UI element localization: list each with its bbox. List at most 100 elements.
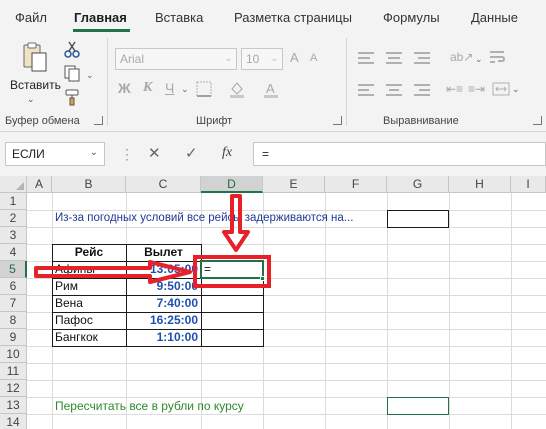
chevron-down-icon: ⌄: [224, 53, 232, 63]
cell-g2-bordered[interactable]: [387, 210, 449, 228]
column-header-d[interactable]: D: [201, 176, 263, 193]
alignment-group-label: Выравнивание: [383, 115, 459, 127]
row-header-13[interactable]: 13: [0, 397, 27, 414]
formula-input-value: =: [262, 147, 270, 161]
cell-c7-time[interactable]: 7:40:00: [126, 295, 201, 312]
copy-chevron-icon[interactable]: ⌄: [86, 70, 94, 81]
row-header-9[interactable]: 9: [0, 329, 27, 346]
cell-c8-time[interactable]: 16:25:00: [126, 312, 201, 329]
formula-bar: ЕСЛИ ⌄ ⋮ ✕ ✓ fx =: [0, 132, 546, 176]
group-divider: [107, 38, 108, 126]
column-header-e[interactable]: E: [263, 176, 325, 193]
select-all-button[interactable]: [0, 176, 27, 193]
clipboard-launcher-icon[interactable]: [94, 116, 103, 125]
cell-b7-city[interactable]: Вена: [52, 295, 126, 312]
merge-chevron-icon[interactable]: ⌄: [512, 84, 520, 95]
active-cell-d5[interactable]: =: [200, 260, 264, 279]
fill-color-icon[interactable]: [228, 80, 246, 98]
name-box[interactable]: ЕСЛИ ⌄: [5, 142, 105, 166]
italic-button[interactable]: К: [143, 80, 153, 96]
column-header-c[interactable]: C: [126, 176, 201, 193]
underline-button[interactable]: Ч: [165, 80, 174, 96]
cell-g13-bordered[interactable]: [387, 397, 449, 415]
orientation-chevron-icon[interactable]: ⌄: [475, 54, 483, 65]
increase-font-size-icon[interactable]: A: [290, 50, 299, 65]
borders-icon[interactable]: [195, 80, 213, 98]
tab-home[interactable]: Главная: [74, 10, 127, 25]
cell-b6-city[interactable]: Рим: [52, 278, 126, 295]
name-box-value: ЕСЛИ: [12, 147, 45, 161]
clipboard-group-label: Буфер обмена: [5, 115, 80, 127]
increase-indent-icon[interactable]: ≡⇥: [468, 82, 485, 96]
decrease-font-size-icon[interactable]: A: [310, 52, 317, 64]
insert-function-button[interactable]: fx: [222, 145, 232, 161]
group-divider: [346, 38, 347, 126]
row-header-2[interactable]: 2: [0, 210, 27, 227]
row-header-12[interactable]: 12: [0, 380, 27, 397]
row-header-7[interactable]: 7: [0, 295, 27, 312]
font-launcher-icon[interactable]: [333, 116, 342, 125]
table-header-departure[interactable]: Вылет: [126, 244, 201, 261]
ribbon: Вставить ⌄ ⌄ Буфер обмена Arial ⌄ 10 ⌄ A…: [0, 34, 546, 132]
alignment-launcher-icon[interactable]: [533, 116, 542, 125]
row-header-4[interactable]: 4: [0, 244, 27, 261]
row-header-11[interactable]: 11: [0, 363, 27, 380]
active-tab-indicator: [73, 29, 130, 32]
row-header-10[interactable]: 10: [0, 346, 27, 363]
paste-icon: [23, 42, 47, 72]
paste-label: Вставить: [10, 78, 61, 92]
spreadsheet-grid: A B C D E F G H I 1 2 3 4 5 6 7 8 9 10 1…: [0, 176, 546, 429]
tab-formulas[interactable]: Формулы: [383, 10, 440, 25]
row-header-5[interactable]: 5: [0, 261, 27, 278]
formula-bar-grip-icon[interactable]: ⋮: [120, 146, 134, 163]
bold-button[interactable]: Ж: [118, 80, 131, 96]
row-header-1[interactable]: 1: [0, 193, 27, 210]
font-group-label: Шрифт: [196, 115, 233, 127]
row-header-3[interactable]: 3: [0, 227, 27, 244]
ribbon-tab-bar: Файл Главная Вставка Разметка страницы Ф…: [0, 0, 546, 34]
fill-handle[interactable]: [260, 276, 265, 281]
format-painter-icon[interactable]: [63, 88, 81, 106]
cancel-formula-button[interactable]: ✕: [148, 144, 161, 162]
copy-icon[interactable]: [63, 64, 81, 82]
wrap-text-icon[interactable]: [488, 48, 506, 66]
decrease-indent-icon[interactable]: ⇤≡: [446, 82, 463, 96]
cell-b5-city[interactable]: Афины: [52, 261, 126, 278]
active-cell-value: =: [204, 262, 212, 276]
tab-data[interactable]: Данные: [471, 10, 518, 25]
table-header-flight[interactable]: Рейс: [52, 244, 126, 261]
orientation-icon[interactable]: ab↗: [450, 50, 473, 64]
font-name-value: Arial: [120, 52, 145, 66]
chevron-down-icon: ⌄: [89, 147, 98, 158]
row-header-6[interactable]: 6: [0, 278, 27, 295]
formula-input[interactable]: =: [253, 142, 546, 166]
column-header-b[interactable]: B: [52, 176, 126, 193]
cell-b2-note[interactable]: Из-за погодных условий все рейсы задержи…: [55, 210, 353, 227]
column-header-a[interactable]: A: [27, 176, 52, 193]
cell-c5-time[interactable]: 13:05:00: [126, 261, 201, 278]
enter-formula-button[interactable]: ✓: [185, 144, 198, 162]
column-header-i[interactable]: I: [511, 176, 546, 193]
cell-b8-city[interactable]: Пафос: [52, 312, 126, 329]
cut-icon[interactable]: [63, 40, 81, 58]
tab-insert[interactable]: Вставка: [155, 10, 203, 25]
svg-text:A: A: [266, 81, 275, 96]
merge-center-icon[interactable]: [492, 80, 510, 98]
row-header-8[interactable]: 8: [0, 312, 27, 329]
tab-file[interactable]: Файл: [15, 10, 47, 25]
underline-chevron-icon[interactable]: ⌄: [181, 84, 189, 95]
tab-page-layout[interactable]: Разметка страницы: [234, 10, 352, 25]
column-header-f[interactable]: F: [325, 176, 387, 193]
cell-c9-time[interactable]: 1:10:00: [126, 329, 201, 346]
row-header-14[interactable]: 14: [0, 414, 27, 429]
column-header-h[interactable]: H: [449, 176, 511, 193]
font-color-icon[interactable]: A: [262, 80, 280, 98]
chevron-down-icon: ⌄: [270, 53, 278, 63]
font-size-select[interactable]: 10 ⌄: [241, 48, 283, 70]
font-name-select[interactable]: Arial ⌄: [115, 48, 237, 70]
cell-b13-note[interactable]: Пересчитать все в рубли по курсу: [55, 398, 244, 415]
cell-c6-time[interactable]: 9:50:00: [126, 278, 201, 295]
chevron-down-icon[interactable]: ⌄: [27, 94, 35, 105]
column-header-g[interactable]: G: [387, 176, 449, 193]
cell-b9-city[interactable]: Бангкок: [52, 329, 126, 346]
